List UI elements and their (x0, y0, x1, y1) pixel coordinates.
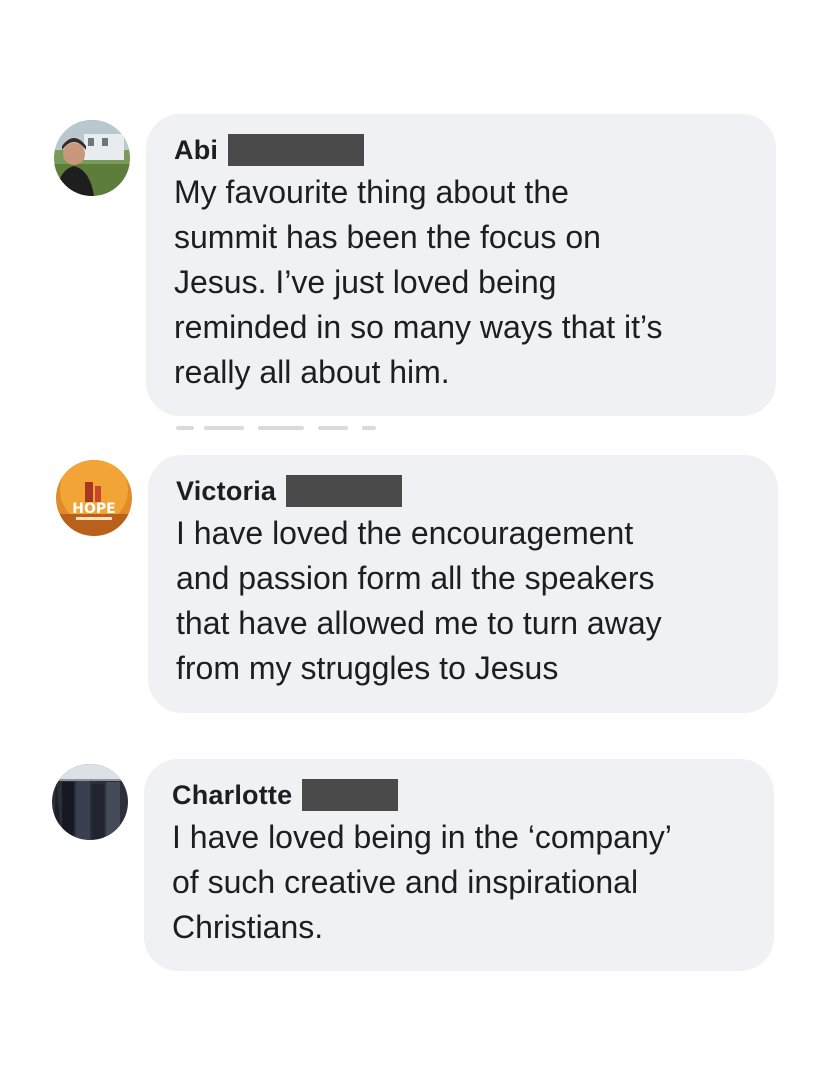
user-photo-avatar-icon (54, 120, 130, 196)
comment-bubble: Abi My favourite thing about the summit … (146, 114, 776, 416)
author-name[interactable]: Abi (174, 135, 218, 166)
comment-header: Abi (174, 132, 748, 168)
cropped-text-fragment (204, 426, 244, 430)
comment-text: I have loved being in the ‘company’ of s… (172, 819, 672, 945)
user-avatar[interactable] (52, 764, 128, 840)
redacted-surname (228, 134, 365, 166)
author-name[interactable]: Charlotte (172, 780, 292, 811)
cropped-text-fragment (318, 426, 348, 430)
hope-logo-text: HOPE (72, 501, 115, 517)
comment-bubble: Victoria I have loved the encouragement … (148, 455, 778, 713)
comment-header: Victoria (176, 473, 750, 509)
cropped-text-fragment (176, 426, 194, 430)
user-avatar[interactable] (54, 120, 130, 196)
cropped-text-fragment (362, 426, 376, 430)
author-name[interactable]: Victoria (176, 476, 276, 507)
cropped-text-fragment (258, 426, 304, 430)
comment-text: I have loved the encouragement and passi… (176, 515, 662, 686)
redacted-surname (302, 779, 399, 811)
user-photo-avatar-icon (52, 764, 128, 840)
redacted-surname (286, 475, 403, 507)
user-avatar[interactable]: HOPE (56, 460, 132, 536)
comment-header: Charlotte (172, 777, 746, 813)
hope-logo-avatar-icon: HOPE (56, 460, 132, 536)
comment-text: My favourite thing about the summit has … (174, 174, 663, 390)
comment-bubble: Charlotte I have loved being in the ‘com… (144, 759, 774, 971)
